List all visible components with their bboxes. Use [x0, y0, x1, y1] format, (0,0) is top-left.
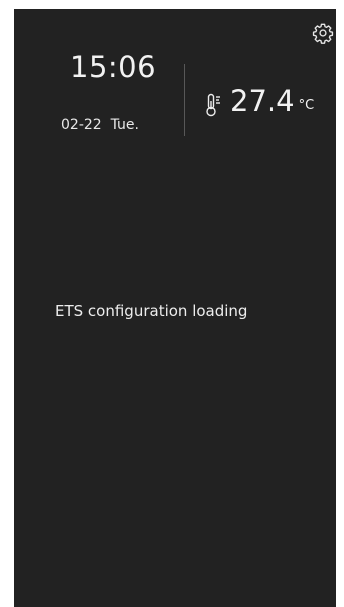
temperature-display: 27.4 °C	[205, 87, 314, 117]
loading-status-message: ETS configuration loading	[55, 302, 248, 320]
clock-time: 15:06	[70, 50, 157, 84]
gear-icon	[312, 23, 334, 44]
clock-date: 02-22 Tue.	[61, 117, 139, 133]
device-screen: 15:06 02-22 Tue. 27.4 °C ETS configurati…	[14, 9, 336, 607]
header-divider	[184, 64, 185, 136]
temperature-value: 27.4	[230, 84, 295, 118]
settings-button[interactable]	[312, 22, 334, 44]
temperature-unit: °C	[298, 98, 315, 113]
thermometer-icon	[205, 93, 222, 117]
